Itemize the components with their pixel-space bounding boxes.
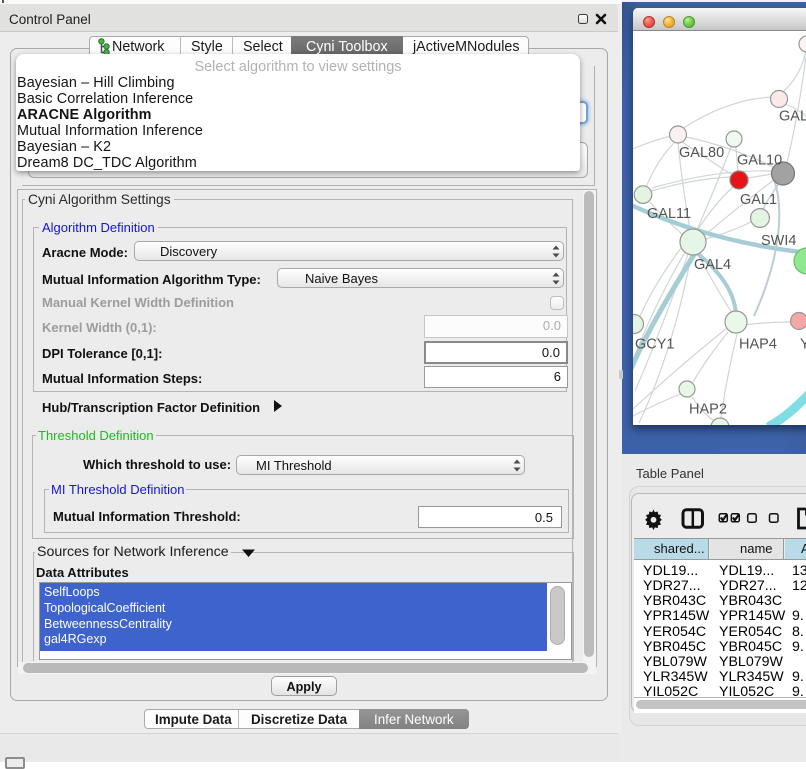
- svg-text:GAL80: GAL80: [679, 145, 724, 161]
- svg-text:GAL7: GAL7: [779, 109, 806, 125]
- svg-text:HAP2: HAP2: [689, 402, 727, 418]
- svg-text:GAL4: GAL4: [694, 257, 731, 273]
- svg-text:HAP4: HAP4: [739, 337, 777, 353]
- svg-text:SWI4: SWI4: [761, 233, 796, 249]
- svg-text:GCY1: GCY1: [635, 337, 675, 353]
- svg-text:GAL10: GAL10: [737, 153, 782, 169]
- svg-text:GAL1: GAL1: [740, 192, 777, 208]
- svg-text:YJ: YJ: [800, 337, 806, 353]
- svg-text:GAL11: GAL11: [647, 206, 691, 222]
